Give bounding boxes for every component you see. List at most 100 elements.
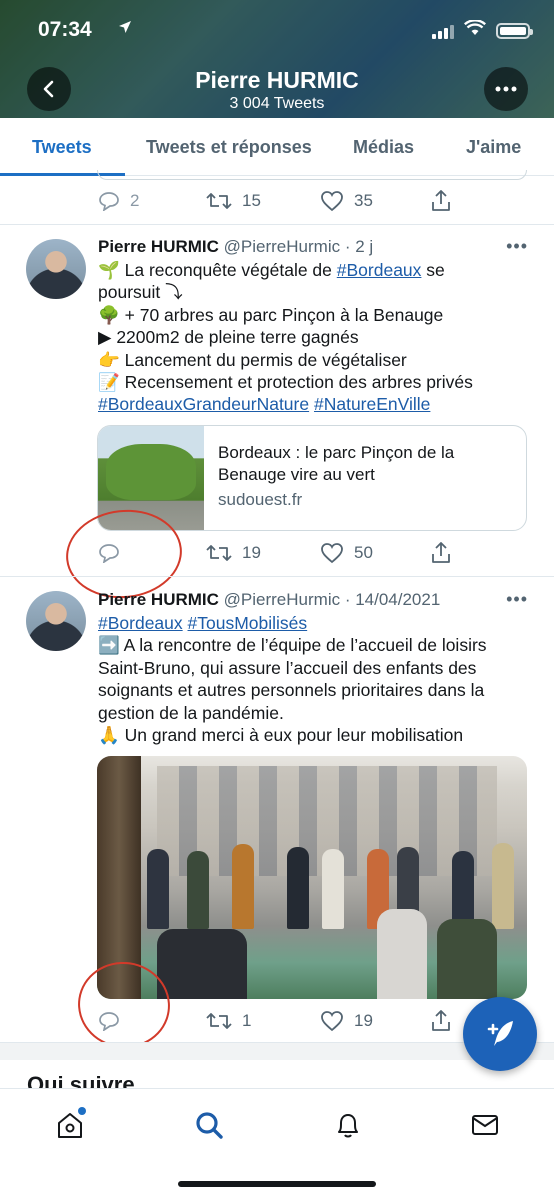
heart-icon <box>321 1011 343 1032</box>
tweet-meta: @PierreHurmic · 2 j <box>223 237 374 256</box>
tab-tweets-replies[interactable]: Tweets et réponses <box>146 118 312 176</box>
tweet-line: 👉 Lancement du permis de végétaliser <box>98 349 407 370</box>
nav-notifications[interactable] <box>330 1107 366 1143</box>
retweet-button[interactable]: 1 <box>206 1006 251 1036</box>
tweet-line: poursuit ⤵ <box>98 282 183 303</box>
signal-icon <box>432 23 454 39</box>
more-horizontal-icon <box>495 86 517 92</box>
bell-icon <box>338 1114 358 1138</box>
share-button[interactable] <box>430 1006 452 1036</box>
tweet-count: 3 004 Tweets <box>229 95 325 112</box>
tweet-text: #Bordeaux #TousMobilisés ➡️ A la rencont… <box>98 612 538 746</box>
tweet-meta: @PierreHurmic · 14/04/2021 <box>223 590 441 609</box>
tweet-more-icon[interactable]: ••• <box>506 589 528 610</box>
share-icon <box>432 542 450 563</box>
retweet-count: 15 <box>242 191 261 210</box>
retweet-icon <box>206 545 232 561</box>
tab-likes[interactable]: J'aime <box>466 118 521 176</box>
compose-feather-icon <box>487 1021 513 1046</box>
search-icon <box>196 1112 223 1139</box>
reply-icon <box>99 192 119 211</box>
profile-tabs: Tweets Tweets et réponses Médias J'aime <box>0 118 554 176</box>
tweet-line: gestion de la pandémie. <box>98 702 284 723</box>
tweet-author[interactable]: Pierre HURMIC <box>98 237 219 256</box>
mail-icon <box>472 1115 498 1135</box>
tweet-text-span: 🌱 La reconquête végétale de <box>98 260 337 280</box>
nav-home[interactable] <box>52 1107 88 1143</box>
avatar[interactable] <box>26 591 86 651</box>
retweet-icon <box>206 1013 232 1029</box>
retweet-count: 19 <box>242 543 261 562</box>
retweet-button[interactable]: 19 <box>206 538 261 568</box>
share-button[interactable] <box>430 538 452 568</box>
nav-messages[interactable] <box>467 1107 503 1143</box>
tweet-line: 🌳 + 70 arbres au parc Pinçon à la Benaug… <box>98 304 444 325</box>
hashtag-link[interactable]: #BordeauxGrandeurNature <box>98 394 309 414</box>
photo-child <box>157 929 247 999</box>
nav-search[interactable] <box>191 1107 227 1143</box>
reply-count: 2 <box>130 191 140 210</box>
tweet-text-span: se <box>421 260 445 280</box>
like-button[interactable]: 50 <box>320 538 373 568</box>
retweet-button[interactable]: 15 <box>206 186 261 216</box>
photo-child <box>377 909 427 999</box>
tweet-line: 🙏 Un grand merci à eux pour leur mobilis… <box>98 725 464 746</box>
tweet-header: Pierre HURMIC @PierreHurmic · 14/04/2021 <box>98 589 440 611</box>
tweet-line: #BordeauxGrandeurNature #NatureEnVille <box>98 393 538 415</box>
share-button[interactable] <box>430 186 452 216</box>
tweet-line: soignants et autres personnels prioritai… <box>98 680 485 701</box>
photo-person <box>232 844 254 929</box>
photo-person <box>287 847 309 929</box>
share-icon <box>432 1010 450 1031</box>
photo-person <box>322 849 344 929</box>
link-card-title: Bordeaux : le parc Pinçon de la Benauge … <box>218 443 455 484</box>
tweet-photo[interactable] <box>97 756 527 999</box>
like-count: 19 <box>354 1011 373 1030</box>
more-button[interactable] <box>484 67 528 111</box>
tweet-author[interactable]: Pierre HURMIC <box>98 590 219 609</box>
share-icon <box>432 190 450 211</box>
compose-tweet-button[interactable] <box>463 997 537 1071</box>
home-indicator <box>178 1181 376 1187</box>
photo-person <box>452 851 474 929</box>
notification-dot <box>78 1107 86 1115</box>
tweet-header: Pierre HURMIC @PierreHurmic · 2 j <box>98 236 373 258</box>
reply-button[interactable]: 2 <box>98 186 139 216</box>
avatar[interactable] <box>26 239 86 299</box>
tweet-text: 🌱 La reconquête végétale de #Bordeaux se… <box>98 259 538 416</box>
battery-icon <box>496 22 533 39</box>
hashtag-link[interactable]: #NatureEnVille <box>314 394 430 414</box>
tab-tweets[interactable]: Tweets <box>32 118 92 176</box>
photo-child <box>437 919 497 999</box>
status-time: 07:34 <box>38 18 92 41</box>
tweet-divider <box>0 576 554 577</box>
retweet-icon <box>206 193 232 209</box>
like-count: 35 <box>354 191 373 210</box>
hashtag-link[interactable]: #Bordeaux <box>98 613 183 633</box>
photo-person <box>187 851 209 929</box>
like-button[interactable]: 35 <box>320 186 373 216</box>
hashtag-link[interactable]: #TousMobilisés <box>188 613 308 633</box>
heart-icon <box>321 191 343 212</box>
tweet-divider <box>0 224 554 225</box>
tweet-line: Saint-Bruno, qui assure l’accueil des en… <box>98 657 477 678</box>
location-arrow-icon <box>118 20 132 39</box>
who-to-follow-heading: Qui suivre <box>27 1072 135 1088</box>
link-card-domain: sudouest.fr <box>218 490 303 509</box>
wifi-icon <box>463 19 487 41</box>
tweet-line: ➡️ A la rencontre de l’équipe de l’accue… <box>98 635 487 656</box>
tweet-line: 📝 Recensement et protection des arbres p… <box>98 372 473 393</box>
status-bar: 07:34 <box>38 16 533 46</box>
link-card[interactable]: Bordeaux : le parc Pinçon de la Benauge … <box>97 425 527 531</box>
heart-icon <box>321 543 343 564</box>
hashtag-link[interactable]: #Bordeaux <box>337 260 422 280</box>
like-count: 50 <box>354 543 373 562</box>
tab-media[interactable]: Médias <box>353 118 414 176</box>
header-title: Pierre HURMIC 3 004 Tweets <box>0 66 554 114</box>
like-button[interactable]: 19 <box>320 1006 373 1036</box>
photo-person <box>492 843 514 929</box>
tweet-more-icon[interactable]: ••• <box>506 236 528 257</box>
profile-name: Pierre HURMIC <box>195 67 359 93</box>
previous-tweet-card-edge <box>97 170 527 180</box>
retweet-count: 1 <box>242 1011 252 1030</box>
